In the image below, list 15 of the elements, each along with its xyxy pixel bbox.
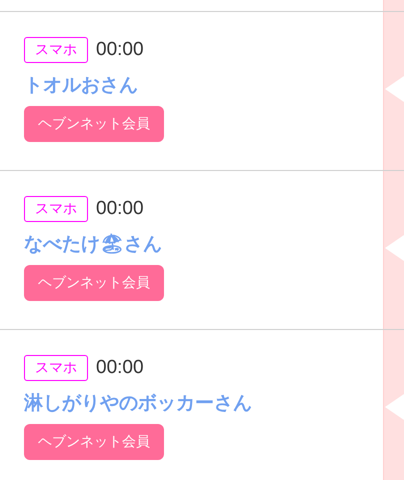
message-time: 00:00 — [96, 357, 144, 379]
bubble-tail-icon — [384, 74, 404, 104]
device-tag: スマホ — [24, 196, 88, 222]
bubble-tail-icon — [384, 233, 404, 263]
device-tag: スマホ — [24, 37, 88, 63]
device-tag: スマホ — [24, 355, 88, 381]
bubble-tail-icon — [384, 392, 404, 422]
member-button[interactable]: ヘブンネット会員 — [24, 424, 164, 460]
message-time: 00:00 — [96, 198, 144, 220]
message-time: 00:00 — [96, 39, 144, 61]
member-button[interactable]: ヘブンネット会員 — [24, 106, 164, 142]
sender-name[interactable]: トオルおさん — [24, 72, 138, 98]
sender-name[interactable]: なべたけ🏖さん — [24, 231, 162, 257]
member-button[interactable]: ヘブンネット会員 — [24, 265, 164, 301]
sender-name[interactable]: 淋しがりやのボッカーさん — [24, 390, 252, 416]
